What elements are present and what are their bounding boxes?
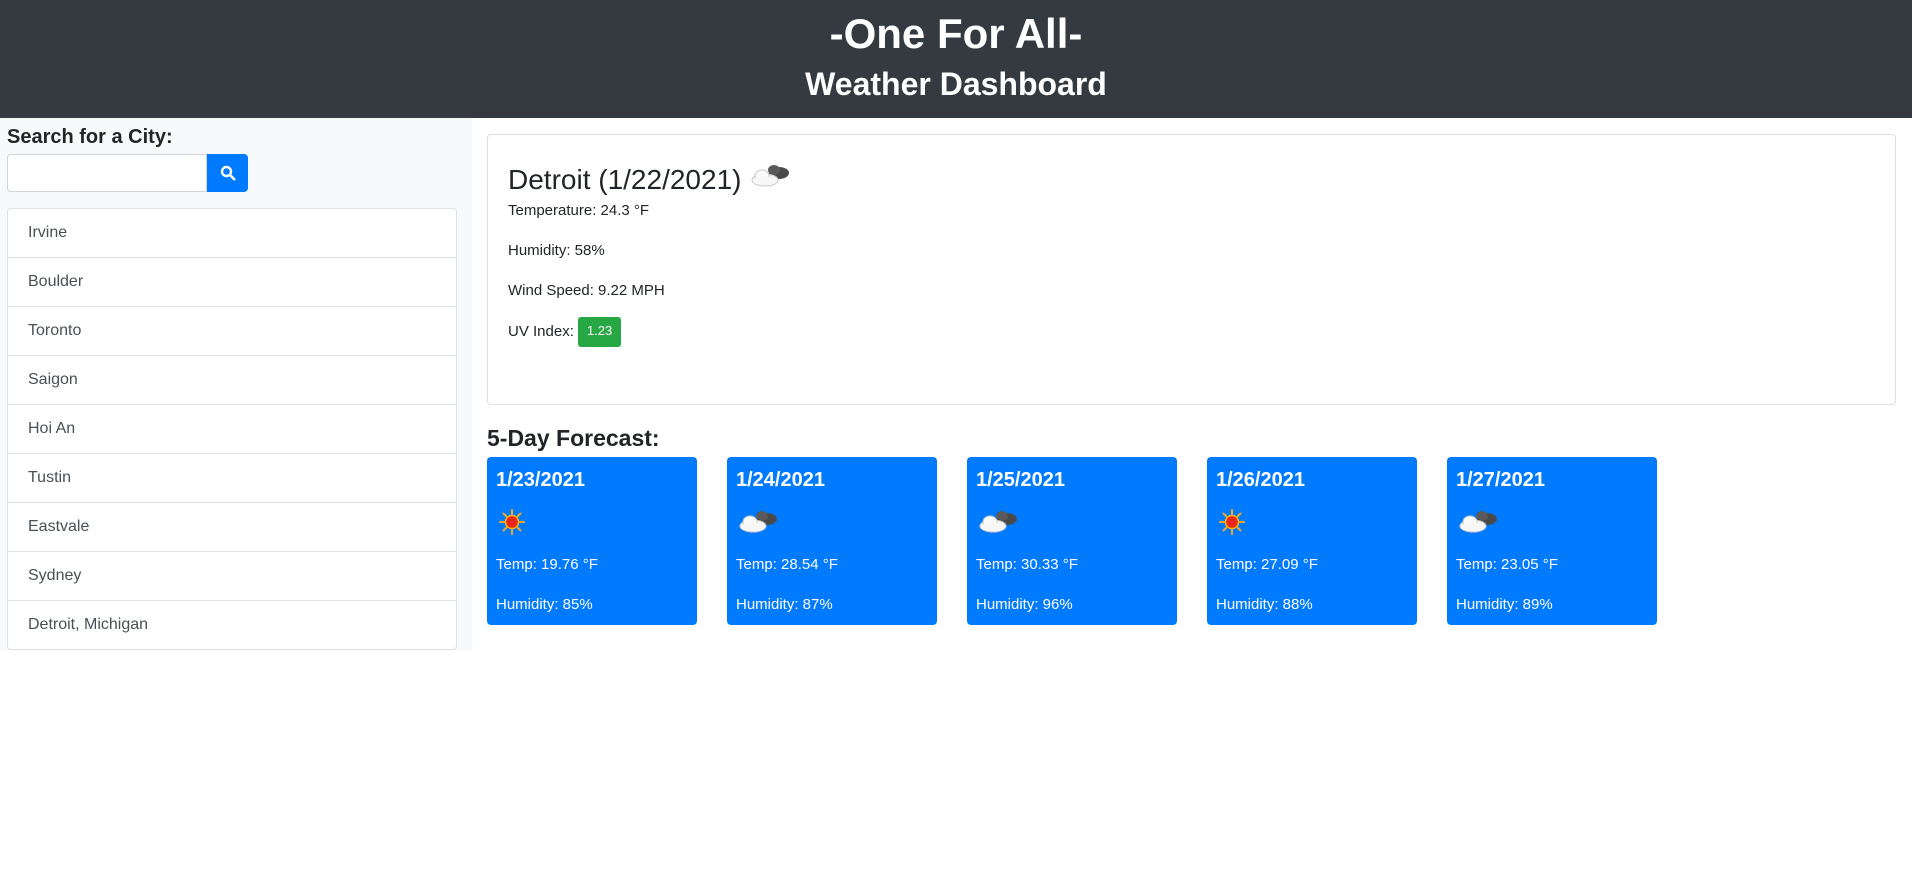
forecast-card: 1/25/2021 Temp: 30.33 °F Humidity: 96% — [967, 457, 1177, 625]
city-item-detroit-michigan[interactable]: Detroit, Michigan — [8, 601, 456, 649]
city-item-tustin[interactable]: Tustin — [8, 454, 456, 503]
uv-label: UV Index: — [508, 323, 574, 340]
forecast-temp: Temp: 23.05 °F — [1456, 556, 1558, 573]
search-button[interactable] — [207, 154, 248, 192]
cloud-icon — [977, 507, 1021, 542]
city-history-list: Irvine Boulder Toronto Saigon Hoi An Tus… — [7, 208, 457, 650]
forecast-card: 1/24/2021 Temp: 28.54 °F Humidity: 87% — [727, 457, 937, 625]
cloud-icon — [1457, 507, 1501, 542]
city-search-input[interactable] — [7, 154, 207, 192]
city-item-irvine[interactable]: Irvine — [8, 209, 456, 258]
forecast-date: 1/24/2021 — [736, 469, 825, 491]
forecast-heading: 5-Day Forecast: — [487, 425, 660, 451]
city-item-sydney[interactable]: Sydney — [8, 552, 456, 601]
forecast-humidity: Humidity: 87% — [736, 596, 833, 613]
sun-icon — [1217, 507, 1247, 542]
search-icon — [220, 165, 235, 181]
page-header: -One For All- Weather Dashboard — [0, 0, 1912, 118]
forecast-date: 1/27/2021 — [1456, 469, 1545, 491]
current-temperature: Temperature: 24.3 °F — [508, 202, 650, 219]
forecast-humidity: Humidity: 85% — [496, 596, 593, 613]
current-weather-card: Detroit (1/22/2021) Temperature: 24.3 °F… — [487, 134, 1896, 405]
sun-icon — [497, 507, 527, 542]
forecast-temp: Temp: 19.76 °F — [496, 556, 598, 573]
city-item-toronto[interactable]: Toronto — [8, 307, 456, 356]
sidebar: Search for a City: Irvine Boulder Toront… — [0, 118, 472, 650]
uv-index-badge: 1.23 — [577, 317, 622, 348]
forecast-temp: Temp: 27.09 °F — [1216, 556, 1318, 573]
cloud-icon — [737, 507, 781, 542]
current-city-title: Detroit (1/22/2021) — [508, 161, 793, 199]
partly-cloudy-icon — [749, 161, 793, 199]
current-city-date: Detroit (1/22/2021) — [508, 164, 742, 195]
app-title: -One For All- — [829, 10, 1083, 57]
forecast-temp: Temp: 28.54 °F — [736, 556, 838, 573]
city-item-eastvale[interactable]: Eastvale — [8, 503, 456, 552]
forecast-card: 1/27/2021 Temp: 23.05 °F Humidity: 89% — [1447, 457, 1657, 625]
search-label: Search for a City: — [7, 126, 173, 148]
app-subtitle: Weather Dashboard — [805, 66, 1107, 102]
forecast-date: 1/25/2021 — [976, 469, 1065, 491]
forecast-date: 1/26/2021 — [1216, 469, 1305, 491]
forecast-humidity: Humidity: 89% — [1456, 596, 1553, 613]
forecast-date: 1/23/2021 — [496, 469, 585, 491]
current-uv-row: UV Index: 1.23 — [508, 317, 622, 348]
forecast-card: 1/23/2021 Temp: 19.76 °F Humidity: 85% — [487, 457, 697, 625]
forecast-temp: Temp: 30.33 °F — [976, 556, 1078, 573]
current-wind-speed: Wind Speed: 9.22 MPH — [508, 282, 665, 299]
city-item-boulder[interactable]: Boulder — [8, 258, 456, 307]
current-humidity: Humidity: 58% — [508, 242, 605, 259]
forecast-humidity: Humidity: 96% — [976, 596, 1073, 613]
city-item-hoi-an[interactable]: Hoi An — [8, 405, 456, 454]
forecast-humidity: Humidity: 88% — [1216, 596, 1313, 613]
city-item-saigon[interactable]: Saigon — [8, 356, 456, 405]
forecast-card: 1/26/2021 Temp: 27.09 °F Humidity: 88% — [1207, 457, 1417, 625]
